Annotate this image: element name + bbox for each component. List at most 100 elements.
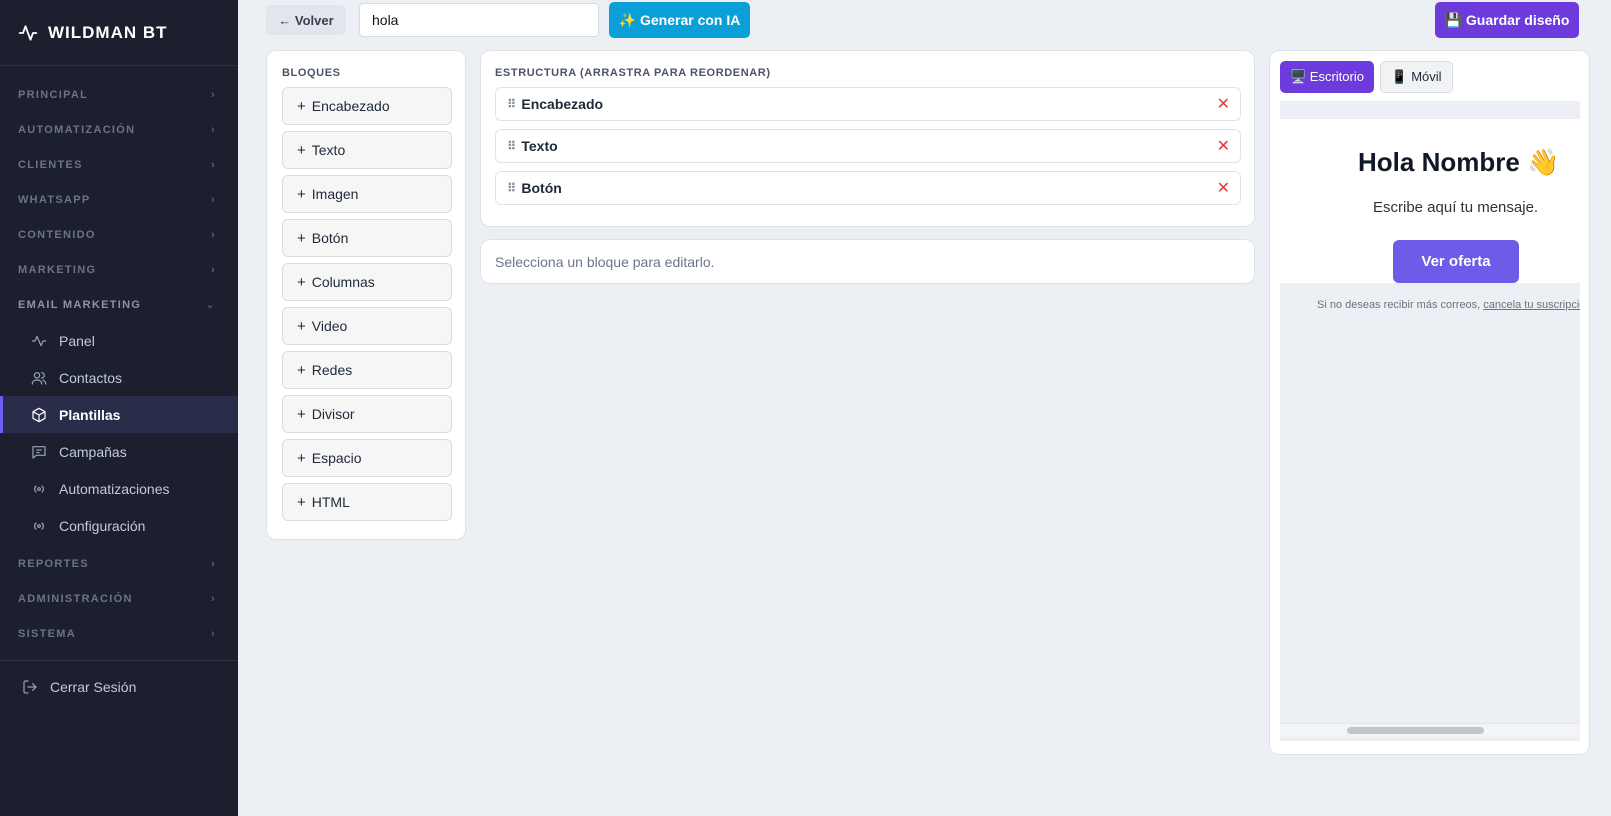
nav-section-label: CONTENIDO [18,228,96,241]
save-design-button[interactable]: 💾 Guardar diseño [1435,2,1579,38]
email-text: Escribe aquí tu mensaje. [1373,199,1539,216]
sidebar: WILDMAN BT PRINCIPAL › AUTOMATIZACIÓN › CL… [0,0,238,816]
nav-section-label: REPORTES [18,557,89,570]
add-block-texto[interactable]: + Texto [282,131,452,169]
add-block-boton[interactable]: + Botón [282,219,452,257]
add-block-redes[interactable]: + Redes [282,351,452,389]
nav-section-administracion[interactable]: ADMINISTRACIÓN › [0,581,238,616]
nav-section-principal[interactable]: PRINCIPAL › [0,77,238,112]
nav-section-label: PRINCIPAL [18,88,89,101]
add-block-imagen[interactable]: + Imagen [282,175,452,213]
block-editor-panel: Selecciona un bloque para editarlo. [480,239,1255,284]
chevron-right-icon: › [211,88,216,101]
generate-ai-button[interactable]: ✨ Generar con IA [609,2,750,38]
radio-icon [34,521,44,530]
chevron-right-icon: › [211,193,216,206]
drag-handle-icon[interactable]: ⠿ [507,97,516,111]
tab-mobile[interactable]: 📱 Móvil [1380,61,1453,93]
nav-section-clientes[interactable]: CLIENTES › [0,147,238,182]
sidebar-item-configuracion[interactable]: Configuración [0,507,238,544]
add-block-html[interactable]: + HTML [282,483,452,521]
structure-row-label: Encabezado [521,96,604,112]
chevron-down-icon: ⌄ [205,299,216,311]
block-label: Columnas [311,274,375,290]
nav-section-marketing[interactable]: MARKETING › [0,252,238,287]
box-icon [32,407,46,422]
sidebar-item-label: Contactos [59,369,123,386]
email-footer: Si no deseas recibir más correos, cancel… [1317,299,1580,311]
footer-text: Si no deseas recibir más correos, [1317,299,1484,311]
horizontal-scrollbar[interactable] [1280,723,1580,737]
activity-icon [31,335,47,346]
nav-section-label: SISTEMA [18,627,76,640]
block-label: Espacio [311,450,362,466]
structure-row-texto[interactable]: ⠿ Texto ✕ [495,129,1241,163]
block-label: Texto [311,142,346,158]
brand-name: WILDMAN BT [48,22,168,42]
nav-section-label: WHATSAPP [18,193,91,206]
plus-icon: + [297,449,306,467]
radio-icon [34,484,44,493]
structure-row-boton[interactable]: ⠿ Botón ✕ [495,171,1241,205]
block-label: Divisor [311,406,355,422]
add-block-espacio[interactable]: + Espacio [282,439,452,477]
remove-icon[interactable]: ✕ [1217,178,1230,198]
plus-icon: + [297,493,306,511]
add-block-divisor[interactable]: + Divisor [282,395,452,433]
nav-section-reportes[interactable]: REPORTES › [0,546,238,581]
plus-icon: + [297,185,306,203]
email-body: Hola Nombre 👋 Escribe aquí tu mensaje. V… [1280,119,1580,283]
remove-icon[interactable]: ✕ [1217,94,1230,114]
sidebar-item-plantillas[interactable]: Plantillas [0,396,238,433]
logout-button[interactable]: Cerrar Sesión [0,665,238,709]
email-cta-button[interactable]: Ver oferta [1393,240,1519,283]
structure-panel: ESTRUCTURA (ARRASTRA PARA REORDENAR) ⠿ E… [480,50,1255,227]
chevron-right-icon: › [211,557,216,570]
template-name-input[interactable] [359,3,599,37]
sidebar-item-label: Panel [59,332,95,349]
sidebar-item-label: Plantillas [59,406,121,423]
nav-section-email-marketing[interactable]: EMAIL MARKETING ⌄ [0,287,238,322]
chevron-right-icon: › [211,263,216,276]
nav-section-label: CLIENTES [18,158,83,171]
block-label: Video [311,318,348,334]
add-block-columnas[interactable]: + Columnas [282,263,452,301]
nav-section-contenido[interactable]: CONTENIDO › [0,217,238,252]
scrollbar-thumb[interactable] [1347,727,1484,734]
nav-section-whatsapp[interactable]: WHATSAPP › [0,182,238,217]
nav-section-sistema[interactable]: SISTEMA › [0,616,238,651]
block-label: Imagen [311,186,359,202]
plus-icon: + [297,229,306,247]
nav-section-automatizacion[interactable]: AUTOMATIZACIÓN › [0,112,238,147]
nav-section-label: AUTOMATIZACIÓN [18,123,136,136]
structure-row-label: Botón [521,180,562,196]
sidebar-item-label: Automatizaciones [59,480,170,497]
plus-icon: + [297,405,306,423]
logout-icon [23,680,37,694]
block-label: HTML [311,494,350,510]
back-button[interactable]: ← Volver [266,5,346,35]
blocks-panel: BLOQUES + Encabezado + Texto + Imagen + Botó… [266,50,466,540]
drag-handle-icon[interactable]: ⠿ [507,139,516,153]
remove-icon[interactable]: ✕ [1217,136,1230,156]
add-block-video[interactable]: + Video [282,307,452,345]
sidebar-item-contactos[interactable]: Contactos [0,359,238,396]
brand[interactable]: WILDMAN BT [0,0,238,66]
nav-section-label: MARKETING [18,263,97,276]
sidebar-item-automatizaciones[interactable]: Automatizaciones [0,470,238,507]
plus-icon: + [297,141,306,159]
drag-handle-icon[interactable]: ⠿ [507,181,516,195]
block-label: Botón [311,230,349,246]
pulse-logo-icon [18,24,38,41]
tab-desktop[interactable]: 🖥️ Escritorio [1280,61,1374,93]
structure-row-encabezado[interactable]: ⠿ Encabezado ✕ [495,87,1241,121]
email-preview-frame[interactable]: Hola Nombre 👋 Escribe aquí tu mensaje. V… [1280,101,1580,741]
blocks-title: BLOQUES [282,67,341,79]
chevron-right-icon: › [211,158,216,171]
sidebar-item-campanas[interactable]: Campañas [0,433,238,470]
message-icon [32,445,46,459]
add-block-encabezado[interactable]: + Encabezado [282,87,452,125]
unsubscribe-link[interactable]: cancela tu suscripción [1483,299,1580,311]
sidebar-item-panel[interactable]: Panel [0,322,238,359]
nav-section-label: ADMINISTRACIÓN [18,592,133,605]
